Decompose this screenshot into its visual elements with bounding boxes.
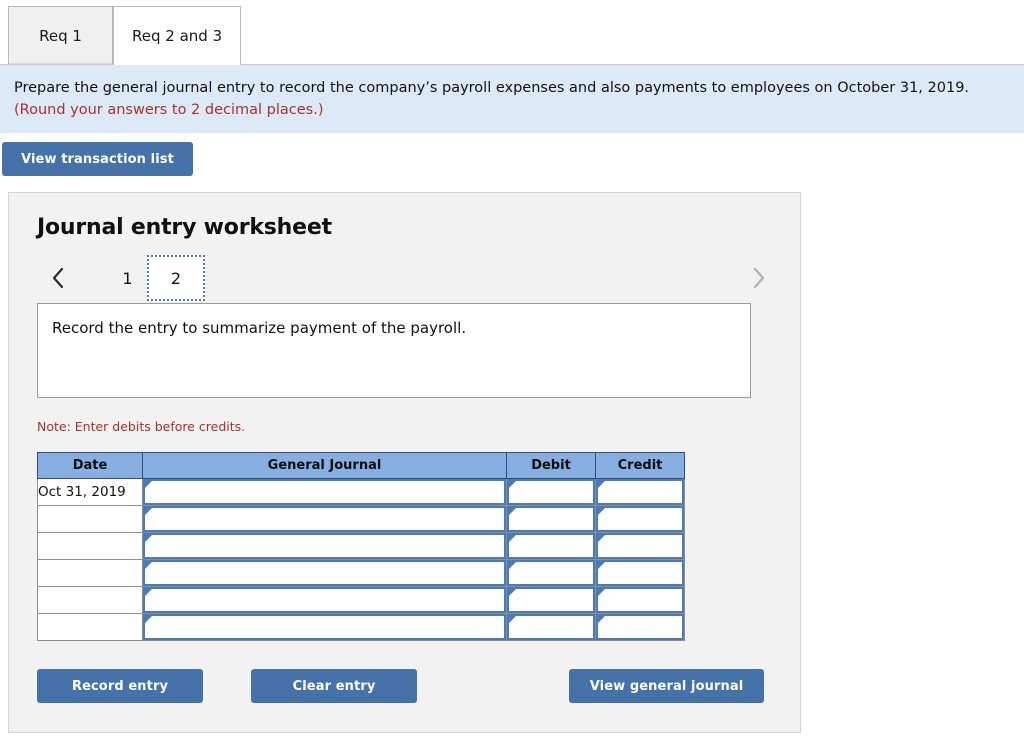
tab-bar: Req 1 Req 2 and 3	[0, 0, 1024, 65]
debit-input[interactable]	[507, 587, 595, 613]
tab-req-1[interactable]: Req 1	[8, 6, 113, 64]
entry-description-box: Record the entry to summarize payment of…	[37, 303, 751, 398]
credit-input[interactable]	[596, 560, 684, 586]
date-cell[interactable]	[37, 559, 143, 587]
table-row	[37, 613, 685, 641]
general-journal-input[interactable]	[143, 560, 506, 586]
page-title: Journal entry worksheet	[37, 215, 332, 240]
general-journal-cell[interactable]	[142, 559, 507, 587]
general-journal-input[interactable]	[143, 479, 506, 505]
debits-before-credits-note: Note: Enter debits before credits.	[37, 419, 246, 434]
table-header-row: Date General Journal Debit Credit	[37, 452, 685, 479]
general-journal-input[interactable]	[143, 506, 506, 532]
date-cell[interactable]: Oct 31, 2019	[37, 478, 143, 506]
instruction-banner: Prepare the general journal entry to rec…	[0, 65, 1024, 133]
credit-input[interactable]	[596, 614, 684, 640]
credit-cell[interactable]	[595, 532, 685, 560]
credit-input[interactable]	[596, 506, 684, 532]
date-cell[interactable]	[37, 505, 143, 533]
instruction-rounding-hint: (Round your answers to 2 decimal places.…	[14, 102, 324, 119]
credit-cell[interactable]	[595, 505, 685, 533]
date-cell[interactable]	[37, 532, 143, 560]
chevron-left-icon[interactable]	[43, 258, 73, 298]
general-journal-input[interactable]	[143, 587, 506, 613]
clear-entry-button[interactable]: Clear entry	[251, 669, 417, 703]
credit-input[interactable]	[596, 533, 684, 559]
worksheet-page-2[interactable]: 2	[147, 255, 205, 301]
view-general-journal-button[interactable]: View general journal	[569, 669, 764, 703]
debit-input[interactable]	[507, 560, 595, 586]
general-journal-cell[interactable]	[142, 613, 507, 641]
worksheet-page-2-label: 2	[170, 268, 182, 288]
credit-input[interactable]	[596, 479, 684, 505]
chevron-right-icon[interactable]	[744, 258, 774, 298]
credit-cell[interactable]	[595, 586, 685, 614]
table-row: Oct 31, 2019	[37, 478, 685, 506]
table-row	[37, 505, 685, 533]
credit-cell[interactable]	[595, 559, 685, 587]
tab-req-2-and-3-label: Req 2 and 3	[132, 27, 223, 45]
debit-input[interactable]	[507, 533, 595, 559]
entry-description-text: Record the entry to summarize payment of…	[52, 319, 467, 337]
general-journal-cell[interactable]	[142, 532, 507, 560]
general-journal-cell[interactable]	[142, 586, 507, 614]
tab-req-2-and-3[interactable]: Req 2 and 3	[113, 6, 242, 65]
general-journal-input[interactable]	[143, 533, 506, 559]
debit-cell[interactable]	[506, 613, 596, 641]
debit-input[interactable]	[507, 479, 595, 505]
worksheet-pager: 1 2	[37, 255, 777, 303]
general-journal-input[interactable]	[143, 614, 506, 640]
journal-entry-table: Date General Journal Debit Credit Oct 31…	[37, 452, 685, 641]
date-cell[interactable]	[37, 586, 143, 614]
debit-cell[interactable]	[506, 478, 596, 506]
debit-cell[interactable]	[506, 505, 596, 533]
debit-input[interactable]	[507, 506, 595, 532]
date-cell[interactable]	[37, 613, 143, 641]
general-journal-cell[interactable]	[142, 478, 507, 506]
debit-input[interactable]	[507, 614, 595, 640]
debit-cell[interactable]	[506, 559, 596, 587]
general-journal-cell[interactable]	[142, 505, 507, 533]
column-header-general-journal: General Journal	[142, 452, 507, 479]
table-row	[37, 532, 685, 560]
debit-cell[interactable]	[506, 586, 596, 614]
column-header-credit: Credit	[595, 452, 685, 479]
table-row	[37, 586, 685, 614]
column-header-debit: Debit	[506, 452, 596, 479]
journal-entry-worksheet-panel: Journal entry worksheet 1 2 Record the e…	[8, 192, 801, 733]
view-transaction-list-button[interactable]: View transaction list	[2, 142, 193, 176]
instruction-text: Prepare the general journal entry to rec…	[14, 80, 970, 96]
credit-cell[interactable]	[595, 613, 685, 641]
credit-input[interactable]	[596, 587, 684, 613]
debit-cell[interactable]	[506, 532, 596, 560]
column-header-date: Date	[37, 452, 143, 479]
worksheet-page-1-label: 1	[122, 268, 133, 288]
table-row	[37, 559, 685, 587]
credit-cell[interactable]	[595, 478, 685, 506]
tab-req-1-label: Req 1	[39, 26, 82, 45]
record-entry-button[interactable]: Record entry	[37, 669, 203, 703]
